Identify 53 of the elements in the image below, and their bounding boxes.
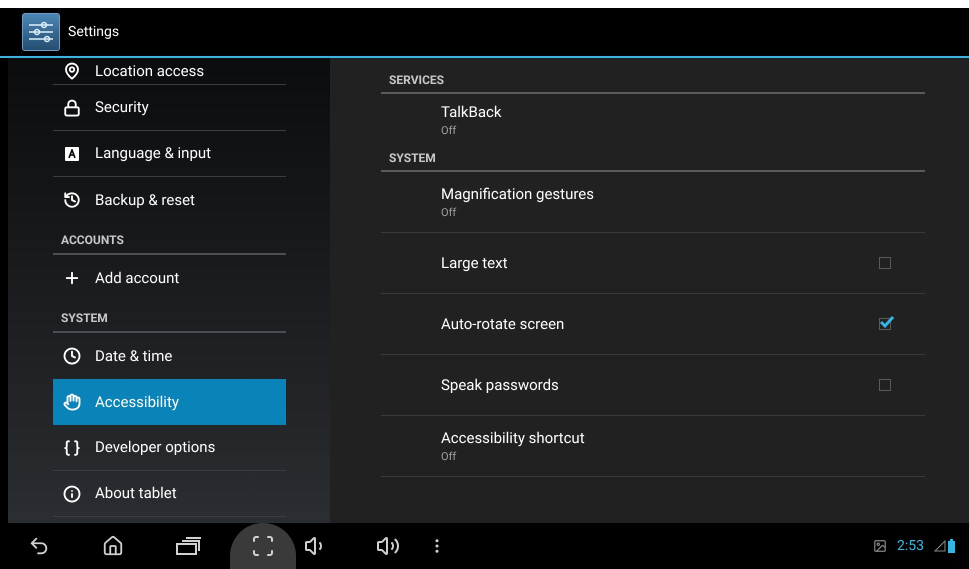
settings-row[interactable]: Large text [381,233,925,294]
history-icon [63,191,81,209]
checkbox[interactable] [879,379,891,391]
settings-row[interactable]: Auto-rotate screen [381,294,925,355]
section-header: SYSTEM [61,310,108,327]
section-header: SERVICES [389,72,444,89]
settings-row[interactable]: Magnification gestures Off [381,172,925,233]
image-notification-icon[interactable] [873,539,887,553]
settings-row[interactable]: Accessibility shortcut Off [381,416,925,477]
setting-title: Speak passwords [441,374,560,396]
section-header: ACCOUNTS [61,232,124,249]
lock-icon [63,98,81,116]
battery-icon [948,539,955,553]
sidebar-item[interactable]: Security [53,85,286,131]
sidebar-item[interactable]: Location access [53,58,286,85]
braces-icon [63,438,81,456]
setting-summary: Off [441,123,458,139]
checkbox[interactable] [879,257,891,269]
setting-summary: Off [441,205,458,221]
plus-icon [63,269,81,287]
hand-icon [63,393,81,411]
setting-summary: Off [441,449,458,465]
checkbox[interactable] [879,318,891,330]
info-icon [63,484,81,502]
screenshot-icon [251,534,275,558]
sidebar-item[interactable]: Language & input [53,131,286,177]
clock-icon [63,347,81,365]
home-icon[interactable] [102,535,124,557]
section-header: SYSTEM [389,150,436,167]
location-pin-icon [63,62,81,80]
clock: 2:53 [897,536,924,556]
sidebar-item[interactable]: Date & time [53,333,286,379]
sidebar-item[interactable]: Add account [53,255,286,301]
volume-up-icon[interactable] [376,534,400,558]
letter-a-icon [65,146,79,160]
settings-row[interactable]: TalkBack Off [381,94,925,146]
recent-apps-icon[interactable] [176,536,202,556]
signal-icon [934,540,946,552]
sidebar-item[interactable]: About tablet [53,471,286,517]
setting-title: Auto-rotate screen [441,314,566,335]
setting-title: Large text [441,252,508,274]
setting-title: Magnification gestures [441,184,595,204]
setting-title: TalkBack [441,102,502,122]
settings-sliders-icon[interactable] [22,13,60,51]
check-icon [879,315,895,329]
sidebar-item[interactable]: Backup & reset [53,177,286,223]
sidebar-item[interactable]: Developer options [53,425,286,471]
sidebar-item[interactable]: Accessibility [53,379,286,425]
app-title: Settings [68,22,120,42]
back-icon[interactable] [28,535,50,557]
settings-row[interactable]: Speak passwords [381,355,925,416]
setting-title: Accessibility shortcut [441,428,586,448]
screenshot-button[interactable] [230,523,296,569]
